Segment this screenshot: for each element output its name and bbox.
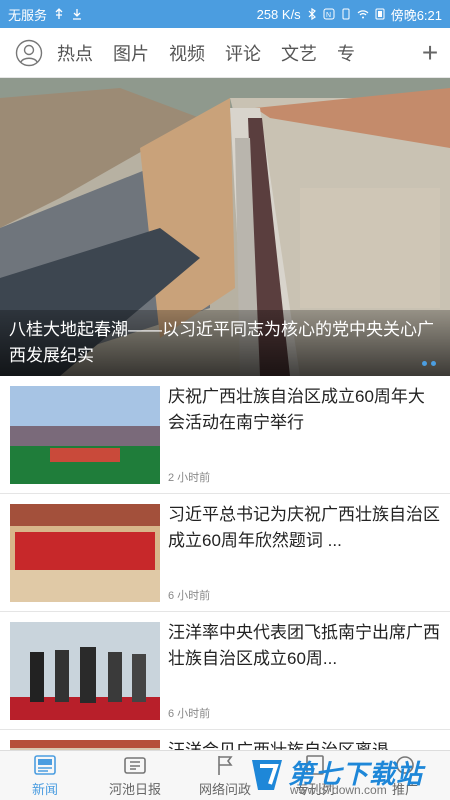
tab-video[interactable]: 视频 [169, 40, 205, 66]
flag-icon [218, 755, 233, 775]
hero-caption[interactable]: 八桂大地起春潮——以习近平同志为核心的党中央关心广西发展纪实 [0, 310, 450, 376]
bottom-tab-hechi-daily[interactable]: 河池日报 [90, 751, 180, 800]
newspaper-icon [124, 756, 146, 774]
news-time: 6 小时前 [168, 708, 211, 720]
svg-text:N: N [326, 12, 331, 19]
hero-banner[interactable]: 八桂大地起春潮——以习近平同志为核心的党中央关心广西发展纪实 [0, 78, 450, 376]
bluetooth-icon [308, 8, 316, 20]
carousel-dot [431, 361, 436, 366]
tab-pictures[interactable]: 图片 [113, 40, 149, 66]
news-icon [34, 754, 56, 775]
news-title[interactable]: 习近平总书记为庆祝广西壮族自治区成立60周年欣然题词 ... [168, 502, 440, 554]
carousel-indicator [422, 361, 436, 366]
list-item[interactable]: 庆祝广西壮族自治区成立60周年大会活动在南宁举行 2 小时前 [0, 376, 450, 494]
site-watermark: 第七下载站 www.d7down.com [246, 752, 446, 798]
download-icon [73, 9, 82, 20]
vibrate-icon [342, 8, 350, 20]
tab-comment[interactable]: 评论 [225, 40, 261, 66]
news-time: 6 小时前 [168, 590, 211, 602]
network-speed: 258 K/s [256, 6, 301, 22]
watermark-logo-icon [252, 760, 282, 790]
news-thumbnail [10, 386, 160, 484]
news-title[interactable]: 汪洋率中央代表团飞抵南宁出席广西壮族自治区成立60周... [168, 620, 440, 672]
watermark-url: www.d7down.com [290, 783, 387, 797]
news-thumbnail [10, 504, 160, 602]
bottom-tab-label: 新闻 [31, 781, 58, 797]
bottom-tab-news[interactable]: 新闻 [0, 751, 90, 800]
news-time: 2 小时前 [168, 472, 211, 484]
status-bar: 无服务 258 K/s N 傍晚6:21 [0, 0, 450, 28]
wifi-icon [357, 10, 369, 19]
category-nav: 热点 图片 视频 评论 文艺 专 + [0, 28, 450, 78]
bottom-tab-label: 网络问政 [198, 781, 251, 797]
news-thumbnail [10, 622, 160, 720]
battery-icon [375, 8, 385, 20]
list-item[interactable]: 汪洋率中央代表团飞抵南宁出席广西壮族自治区成立60周... 6 小时前 [0, 612, 450, 730]
user-avatar-icon[interactable] [15, 39, 43, 67]
clock: 傍晚6:21 [390, 7, 442, 23]
news-list: 庆祝广西壮族自治区成立60周年大会活动在南宁举行 2 小时前 习近平总书记为庆祝… [0, 376, 450, 730]
carrier-label: 无服务 [8, 7, 48, 23]
tab-special[interactable]: 专 [337, 40, 355, 66]
nfc-icon: N [323, 8, 335, 20]
bottom-tab-label: 河池日报 [108, 781, 161, 797]
list-item[interactable]: 习近平总书记为庆祝广西壮族自治区成立60周年欣然题词 ... 6 小时前 [0, 494, 450, 612]
carousel-dot [422, 361, 427, 366]
tab-hot[interactable]: 热点 [57, 40, 93, 66]
add-category-button[interactable]: + [410, 38, 450, 67]
tab-arts[interactable]: 文艺 [281, 40, 317, 66]
news-title[interactable]: 庆祝广西壮族自治区成立60周年大会活动在南宁举行 [168, 384, 440, 436]
usb-icon [55, 8, 63, 19]
